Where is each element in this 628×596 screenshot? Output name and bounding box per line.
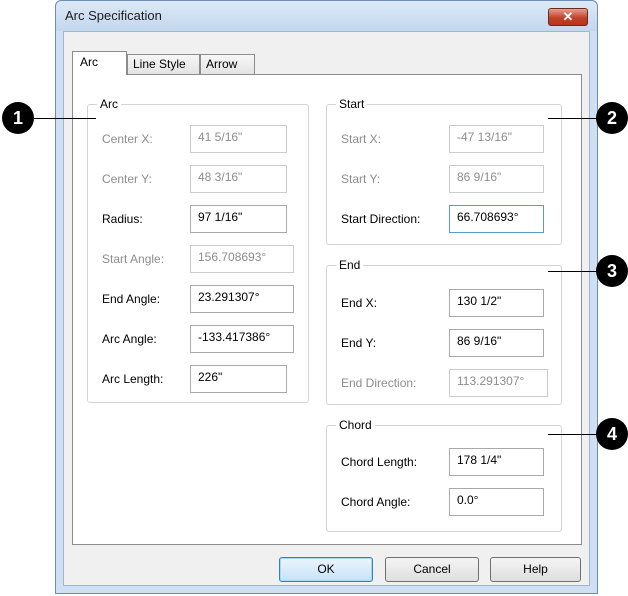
end-y-label: End Y:	[341, 336, 377, 350]
chord-length-field[interactable]: 178 1/4"	[449, 448, 544, 476]
start-x-field: -47 13/16"	[449, 125, 544, 153]
callout-3: 3	[596, 255, 628, 287]
chord-group-title: Chord	[336, 418, 375, 432]
end-y-field[interactable]: 86 9/16"	[449, 329, 544, 357]
start-direction-field[interactable]: 66.708693°	[449, 205, 544, 233]
chord-angle-field[interactable]: 0.0°	[449, 488, 544, 516]
ok-button[interactable]: OK	[279, 557, 373, 582]
chord-angle-label: Chord Angle:	[341, 495, 411, 509]
end-group: End End X: 130 1/2" End Y: 86 9/16" End …	[326, 258, 562, 405]
tab-arc[interactable]: Arc	[72, 51, 127, 75]
arc-group: Arc Center X: 41 5/16" Center Y: 48 3/16…	[87, 97, 309, 403]
end-angle-label: End Angle:	[102, 292, 161, 306]
arc-tab-panel: Arc Center X: 41 5/16" Center Y: 48 3/16…	[72, 74, 582, 545]
start-direction-label: Start Direction:	[341, 212, 421, 226]
center-y-field: 48 3/16"	[190, 165, 287, 193]
radius-label: Radius:	[102, 212, 143, 226]
end-angle-field[interactable]: 23.291307°	[190, 285, 294, 313]
start-x-label: Start X:	[341, 132, 382, 146]
arc-group-title: Arc	[97, 97, 121, 111]
arc-specification-dialog: Arc Specification ✕ Arc Line Style Arrow…	[55, 0, 598, 594]
radius-field[interactable]: 97 1/16"	[190, 205, 287, 233]
start-angle-label: Start Angle:	[102, 252, 165, 266]
dialog-title: Arc Specification	[65, 8, 162, 23]
close-button[interactable]: ✕	[548, 8, 588, 26]
start-y-field: 86 9/16"	[449, 165, 544, 193]
tab-arrow[interactable]: Arrow	[200, 54, 255, 74]
end-direction-field: 113.291307°	[449, 369, 548, 397]
center-y-label: Center Y:	[102, 172, 152, 186]
start-group-title: Start	[336, 97, 368, 111]
callout-1-line	[34, 118, 96, 119]
callout-4-line	[548, 434, 598, 435]
arc-angle-field[interactable]: -133.417386°	[190, 325, 294, 353]
start-angle-field: 156.708693°	[190, 245, 294, 273]
start-group: Start Start X: -47 13/16" Start Y: 86 9/…	[326, 97, 562, 245]
end-direction-label: End Direction:	[341, 376, 417, 390]
center-x-field: 41 5/16"	[190, 125, 287, 153]
chord-group: Chord Chord Length: 178 1/4" Chord Angle…	[326, 418, 562, 532]
center-x-label: Center X:	[102, 132, 153, 146]
close-icon: ✕	[562, 9, 574, 24]
arc-length-field[interactable]: 226"	[190, 365, 287, 393]
callout-2: 2	[596, 102, 628, 134]
arc-angle-label: Arc Angle:	[102, 332, 157, 346]
callout-2-line	[548, 118, 598, 119]
title-bar[interactable]: Arc Specification ✕	[56, 1, 597, 31]
arc-length-label: Arc Length:	[102, 372, 164, 386]
cancel-button[interactable]: Cancel	[385, 557, 479, 582]
end-group-title: End	[336, 258, 364, 272]
tab-line-style[interactable]: Line Style	[127, 54, 200, 74]
callout-3-line	[548, 271, 598, 272]
start-y-label: Start Y:	[341, 172, 381, 186]
dialog-client-area: Arc Line Style Arrow Arc Center X: 41 5/…	[63, 31, 590, 586]
callout-1: 1	[2, 102, 34, 134]
end-x-label: End X:	[341, 296, 378, 310]
callout-4: 4	[596, 418, 628, 450]
chord-length-label: Chord Length:	[341, 455, 418, 469]
help-button[interactable]: Help	[490, 557, 581, 582]
end-x-field[interactable]: 130 1/2"	[449, 289, 544, 317]
